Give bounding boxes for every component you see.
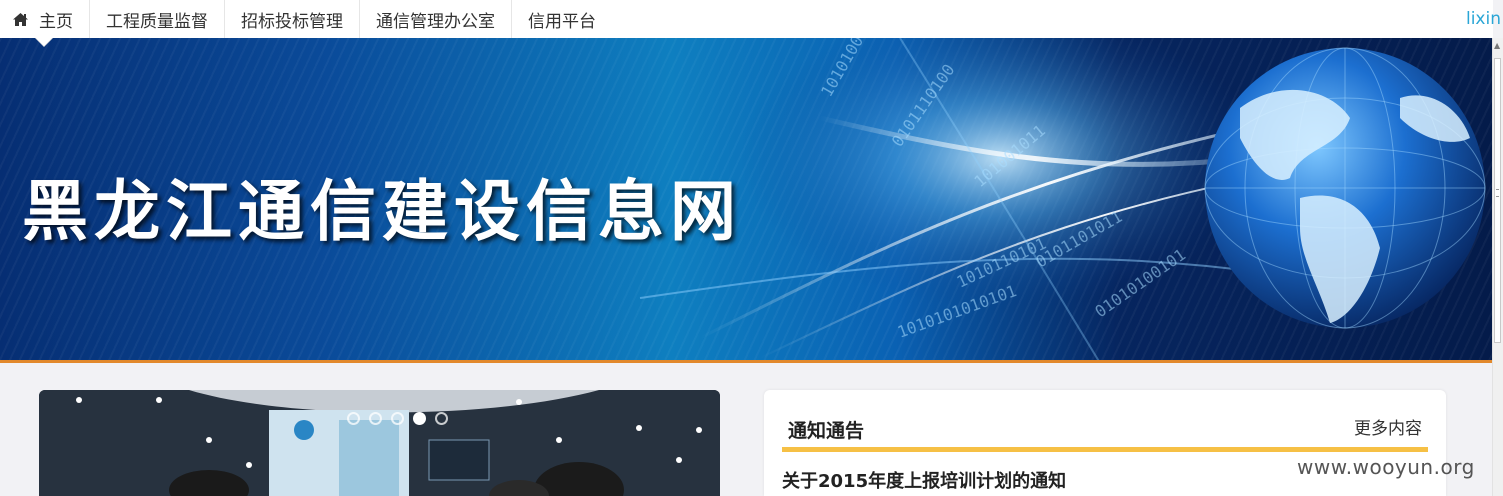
scroll-up-icon[interactable]: ▲: [1494, 42, 1500, 50]
slider-dot[interactable]: [347, 412, 360, 425]
nav-item-quality-supervision[interactable]: 工程质量监督: [90, 0, 225, 38]
watermark: www.wooyun.org: [1297, 455, 1475, 479]
slider-dot[interactable]: [435, 412, 448, 425]
slide-photo: [39, 390, 720, 496]
page-scrollbar[interactable]: ▲: [1492, 38, 1503, 496]
nav-item-communication-office[interactable]: 通信管理办公室: [360, 0, 512, 38]
image-slider[interactable]: [39, 390, 720, 496]
nav-item-home[interactable]: 主页: [0, 0, 90, 47]
top-nav: 主页 工程质量监督 招标投标管理 通信管理办公室 信用平台: [0, 0, 1493, 47]
more-link[interactable]: 更多内容: [1354, 414, 1422, 439]
page: 主页 工程质量监督 招标投标管理 通信管理办公室 信用平台 lixin 1010…: [0, 0, 1503, 496]
notice-title: 通知通告: [788, 420, 865, 442]
nav-item-credit-platform[interactable]: 信用平台: [512, 0, 612, 38]
user-link[interactable]: lixin: [1466, 0, 1503, 38]
slider-dot[interactable]: [391, 412, 404, 425]
nav-item-label: 主页: [39, 11, 73, 32]
site-title: 黑龙江通信建设信息网: [22, 173, 742, 250]
slider-pagination: [347, 412, 448, 425]
notice-panel: 通知通告 更多内容 关于2015年度上报培训计划的通知: [764, 390, 1446, 496]
nav-item-bidding-management[interactable]: 招标投标管理: [225, 0, 360, 38]
nav-item-label: 工程质量监督: [106, 11, 208, 32]
header-banner: 1010100101 0101110100 101001011 01011010…: [0, 38, 1493, 363]
slider-dot-active[interactable]: [413, 412, 426, 425]
notice-item[interactable]: 关于2015年度上报培训计划的通知: [782, 467, 1066, 493]
nav-item-label: 通信管理办公室: [376, 11, 495, 32]
scroll-thumb[interactable]: [1494, 58, 1501, 343]
nav-item-label: 招标投标管理: [241, 11, 343, 32]
slider-dot[interactable]: [369, 412, 382, 425]
notice-divider: [782, 447, 1428, 452]
nav-item-label: 信用平台: [528, 11, 596, 32]
banner-divider: [0, 360, 1493, 363]
home-icon: [13, 12, 28, 26]
